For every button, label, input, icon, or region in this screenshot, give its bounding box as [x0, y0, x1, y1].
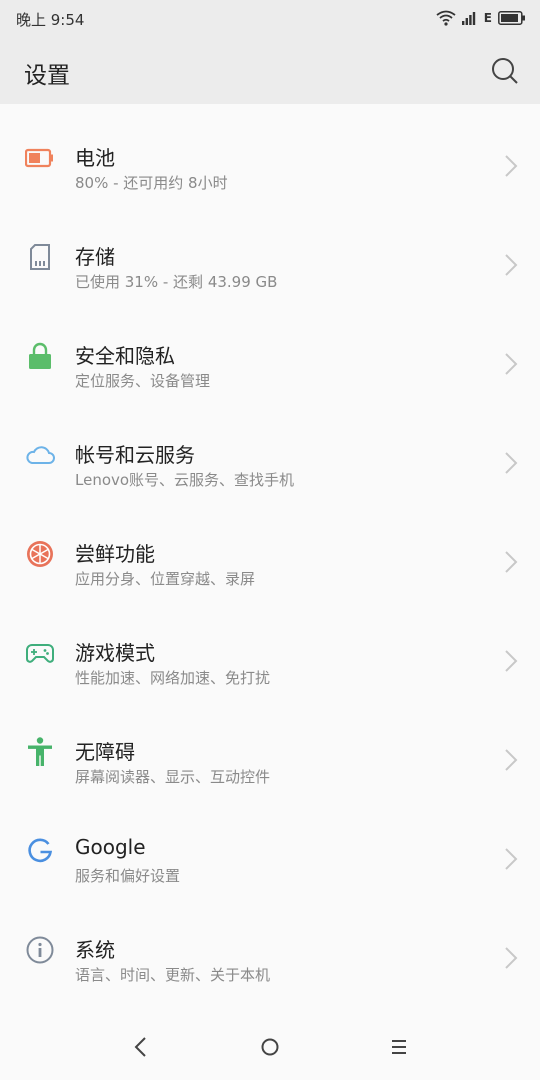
chevron-right-icon: [505, 749, 518, 771]
signal-icon: [461, 12, 475, 25]
status-bar: 晚上 9:54 E: [0, 0, 540, 36]
gamepad-icon: [22, 635, 58, 671]
chevron-right-icon: [505, 551, 518, 573]
item-title: 电池: [75, 146, 115, 170]
chevron-right-icon: [505, 947, 518, 969]
settings-item-security-privacy[interactable]: 安全和隐私 定位服务、设备管理: [0, 302, 540, 401]
search-icon[interactable]: [490, 56, 520, 86]
settings-item-labs[interactable]: 尝鲜功能 应用分身、位置穿越、录屏: [0, 500, 540, 599]
item-subtitle: 应用分身、位置穿越、录屏: [75, 570, 256, 588]
item-subtitle: 性能加速、网络加速、免打扰: [75, 669, 271, 687]
settings-item-accessibility[interactable]: 无障碍 屏幕阅读器、显示、互动控件: [0, 698, 540, 797]
settings-item-account-cloud[interactable]: 帐号和云服务 Lenovo账号、云服务、查找手机: [0, 401, 540, 500]
item-title: 游戏模式: [75, 641, 155, 665]
settings-item-game-mode[interactable]: 游戏模式 性能加速、网络加速、免打扰: [0, 599, 540, 698]
wifi-icon: [436, 10, 456, 26]
chevron-right-icon: [505, 452, 518, 474]
home-icon[interactable]: [255, 1032, 285, 1062]
item-title: 无障碍: [75, 740, 135, 764]
settings-item-storage[interactable]: 存储 已使用 31% - 还剩 43.99 GB: [0, 203, 540, 302]
google-icon: [22, 833, 58, 869]
network-type-label: E: [483, 11, 492, 25]
status-icons: E: [436, 9, 526, 27]
item-title: 存储: [75, 245, 115, 269]
item-subtitle: 屏幕阅读器、显示、互动控件: [75, 768, 271, 786]
battery-icon: [22, 140, 58, 176]
page-title: 设置: [24, 63, 70, 89]
item-subtitle: 语言、时间、更新、关于本机: [75, 966, 271, 984]
settings-item-battery[interactable]: 电池 80% - 还可用约 8小时: [0, 104, 540, 203]
app-header: 设置: [0, 36, 540, 104]
cloud-icon: [22, 437, 58, 473]
status-time: 晚上 9:54: [16, 11, 85, 29]
chevron-right-icon: [505, 353, 518, 375]
item-title: Google: [75, 835, 146, 859]
item-subtitle: 80% - 还可用约 8小时: [75, 174, 228, 192]
item-title: 帐号和云服务: [75, 443, 195, 467]
chevron-right-icon: [505, 650, 518, 672]
chevron-right-icon: [505, 254, 518, 276]
info-icon: [22, 932, 58, 968]
item-title: 系统: [75, 938, 115, 962]
battery-status-icon: [498, 11, 525, 25]
back-icon[interactable]: [126, 1032, 156, 1062]
item-subtitle: 定位服务、设备管理: [75, 372, 211, 390]
menu-icon[interactable]: [384, 1032, 414, 1062]
chevron-right-icon: [505, 155, 518, 177]
settings-item-google[interactable]: Google 服务和偏好设置: [0, 797, 540, 896]
item-title: 尝鲜功能: [75, 542, 155, 566]
item-subtitle: 已使用 31% - 还剩 43.99 GB: [75, 273, 278, 291]
lock-icon: [22, 338, 58, 374]
item-title: 安全和隐私: [75, 344, 175, 368]
accessibility-icon: [22, 734, 58, 770]
item-subtitle: Lenovo账号、云服务、查找手机: [75, 471, 295, 489]
settings-list: 电池 80% - 还可用约 8小时 存储 已使用 31% - 还剩 43.99 …: [0, 104, 540, 995]
chevron-right-icon: [505, 848, 518, 870]
item-subtitle: 服务和偏好设置: [75, 867, 181, 885]
storage-icon: [22, 239, 58, 275]
navigation-bar: [0, 1012, 540, 1080]
orange-slice-icon: [22, 536, 58, 572]
settings-item-system[interactable]: 系统 语言、时间、更新、关于本机: [0, 896, 540, 995]
